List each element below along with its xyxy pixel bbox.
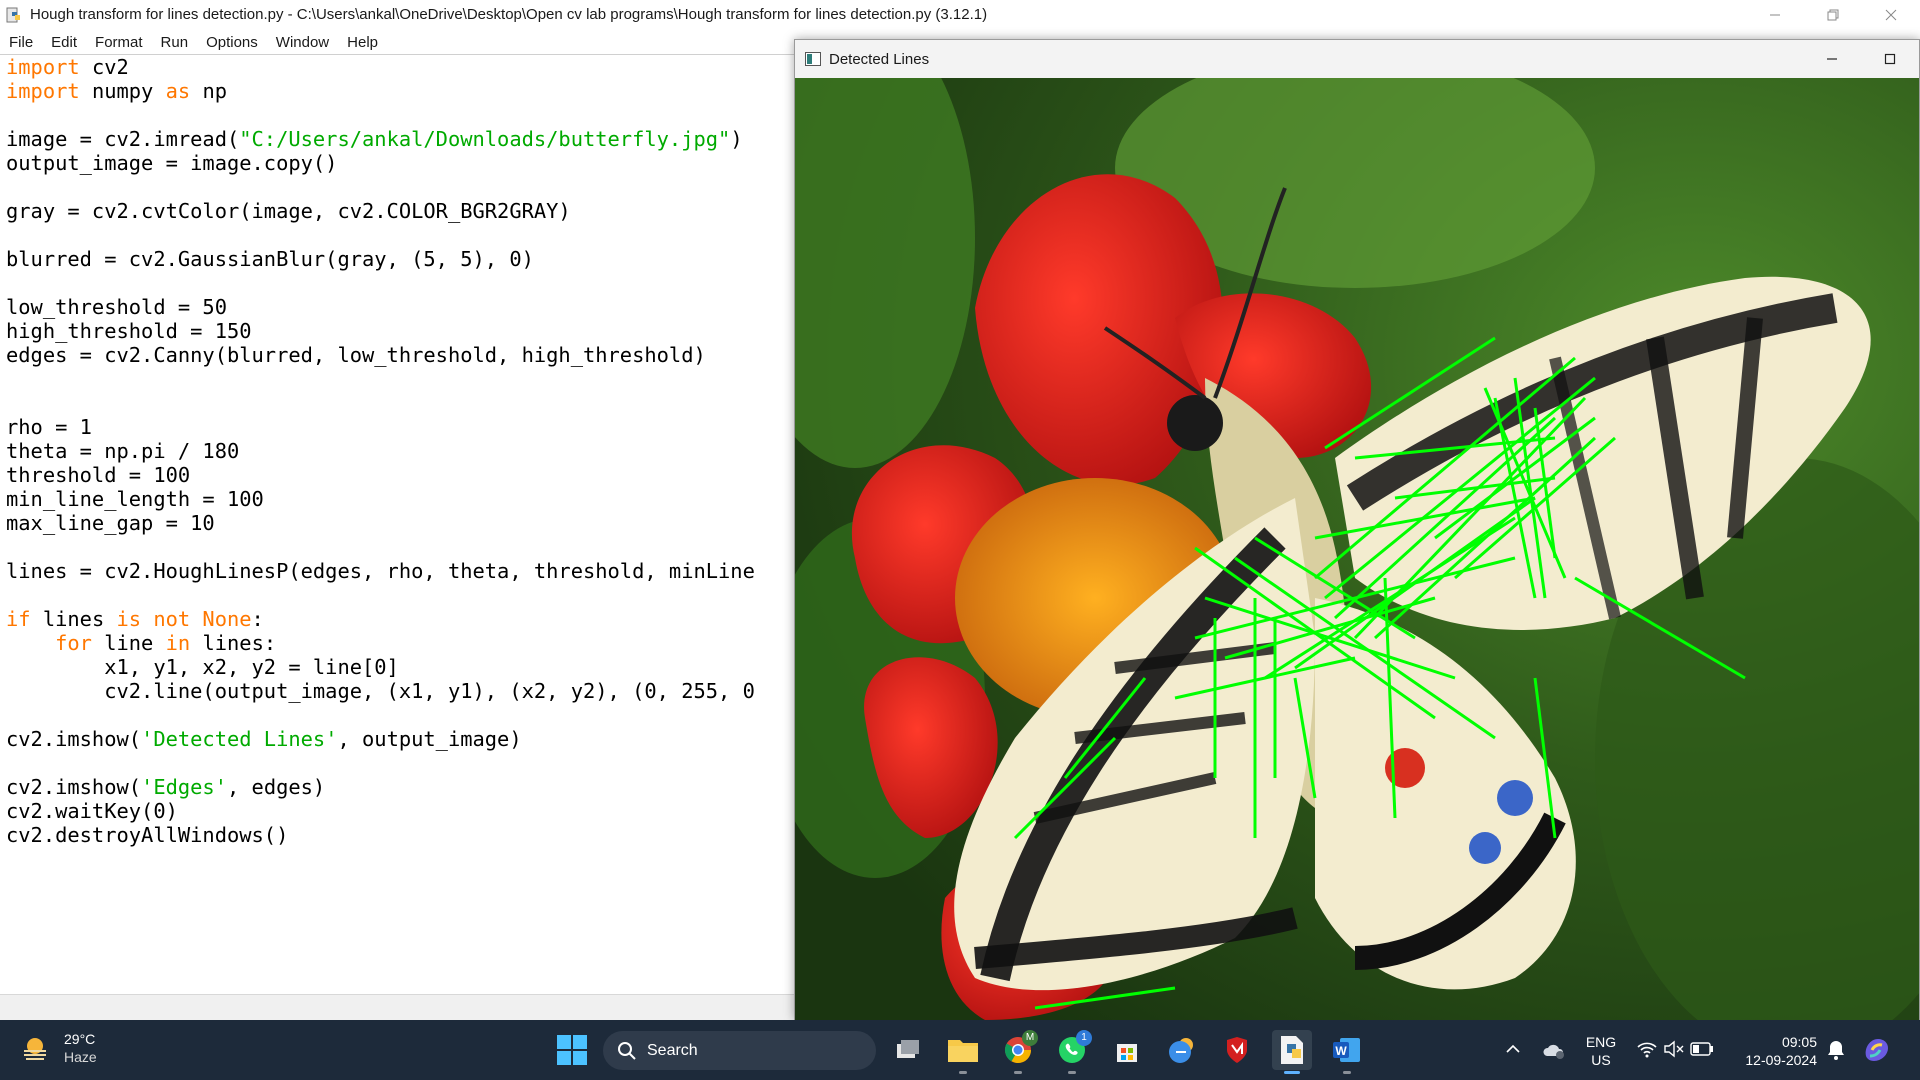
clock-date: 12-09-2024 — [1745, 1052, 1817, 1068]
word-icon: W — [1333, 1038, 1360, 1062]
minimize-icon — [1827, 58, 1837, 60]
weather-condition: Haze — [64, 1049, 97, 1065]
wifi-icon[interactable] — [1636, 1040, 1658, 1058]
detected-lines-title: Detected Lines — [829, 50, 930, 68]
search-icon — [618, 1041, 636, 1060]
keyboard-layout: US — [1591, 1052, 1611, 1068]
shield-icon — [1227, 1037, 1247, 1063]
menu-options[interactable]: Options — [197, 34, 267, 51]
window-title: Hough transform for lines detection.py -… — [30, 6, 988, 23]
detected-lines-window[interactable]: Detected Lines — [794, 39, 1920, 1020]
menu-help[interactable]: Help — [338, 34, 387, 51]
minimize-button[interactable] — [1746, 0, 1804, 29]
taskbar-mcafee[interactable] — [1217, 1030, 1257, 1070]
weather-widget[interactable]: 29°C Haze — [20, 1030, 97, 1066]
task-view-button[interactable] — [888, 1030, 928, 1070]
taskbar-file-explorer[interactable] — [943, 1030, 983, 1074]
code-text[interactable]: import cv2 import numpy as np image = cv… — [0, 55, 799, 847]
taskbar-word[interactable]: W — [1327, 1030, 1367, 1074]
menu-file[interactable]: File — [0, 34, 42, 51]
menu-format[interactable]: Format — [86, 34, 152, 51]
menu-run[interactable]: Run — [152, 34, 198, 51]
onedrive-cloud-icon[interactable] — [1542, 1040, 1566, 1060]
svg-text:W: W — [1335, 1044, 1347, 1058]
idle-menubar: File Edit Format Run Options Window Help — [0, 29, 800, 55]
restore-button[interactable] — [1804, 0, 1862, 29]
python-idle-icon — [1281, 1036, 1303, 1064]
clock-time: 09:05 — [1781, 1034, 1817, 1050]
taskbar-weather-app[interactable] — [1162, 1030, 1202, 1070]
battery-icon[interactable] — [1690, 1042, 1714, 1056]
maximize-icon — [1884, 53, 1896, 65]
haze-sun-icon — [24, 1038, 46, 1060]
python-file-icon — [6, 7, 20, 22]
code-editor[interactable]: import cv2 import numpy as np image = cv… — [0, 54, 800, 994]
taskbar-chrome[interactable]: M — [998, 1030, 1038, 1074]
taskbar-whatsapp[interactable]: 1 — [1052, 1030, 1092, 1074]
restore-icon — [1827, 9, 1839, 20]
cv-minimize-button[interactable] — [1803, 40, 1861, 78]
detected-lines-titlebar[interactable]: Detected Lines — [795, 40, 1919, 78]
task-view-icon — [897, 1040, 919, 1058]
menu-window[interactable]: Window — [267, 34, 338, 51]
language-code: ENG — [1585, 1034, 1617, 1050]
menu-edit[interactable]: Edit — [42, 34, 86, 51]
chrome-profile-badge: M — [1022, 1030, 1038, 1046]
whatsapp-notification-badge: 1 — [1076, 1030, 1092, 1046]
start-button[interactable] — [556, 1034, 588, 1066]
windows-logo-icon — [557, 1035, 587, 1065]
image-window-icon — [805, 52, 821, 66]
taskbar: 29°C Haze Search M 1 W ENG US 09:05 12-0… — [0, 1020, 1920, 1080]
idle-titlebar: Hough transform for lines detection.py -… — [0, 0, 1920, 29]
idle-window-controls — [1746, 0, 1920, 29]
copilot-icon[interactable] — [1862, 1036, 1892, 1064]
taskbar-search[interactable]: Search — [603, 1031, 876, 1070]
taskbar-microsoft-store[interactable] — [1107, 1030, 1147, 1070]
microsoft-store-icon — [1117, 1044, 1137, 1062]
chevron-up-icon[interactable] — [1505, 1043, 1521, 1055]
speaker-muted-icon[interactable] — [1663, 1040, 1685, 1058]
detected-lines-image — [795, 78, 1919, 1020]
cloud-sun-icon — [1169, 1038, 1193, 1063]
weather-temperature: 29°C — [64, 1031, 96, 1047]
cv-maximize-button[interactable] — [1861, 40, 1919, 78]
folder-icon — [948, 1040, 978, 1062]
close-icon — [1885, 9, 1897, 20]
taskbar-python-idle[interactable] — [1272, 1030, 1312, 1074]
editor-status-bar — [0, 994, 800, 1021]
close-button[interactable] — [1862, 0, 1920, 29]
input-language[interactable]: ENG US — [1584, 1033, 1618, 1069]
system-clock[interactable]: 09:05 12-09-2024 — [1737, 1033, 1817, 1069]
minimize-icon — [1770, 14, 1780, 15]
notification-bell-icon[interactable] — [1826, 1039, 1846, 1061]
butterfly-photo — [795, 78, 1919, 1020]
search-label: Search — [647, 1041, 698, 1059]
